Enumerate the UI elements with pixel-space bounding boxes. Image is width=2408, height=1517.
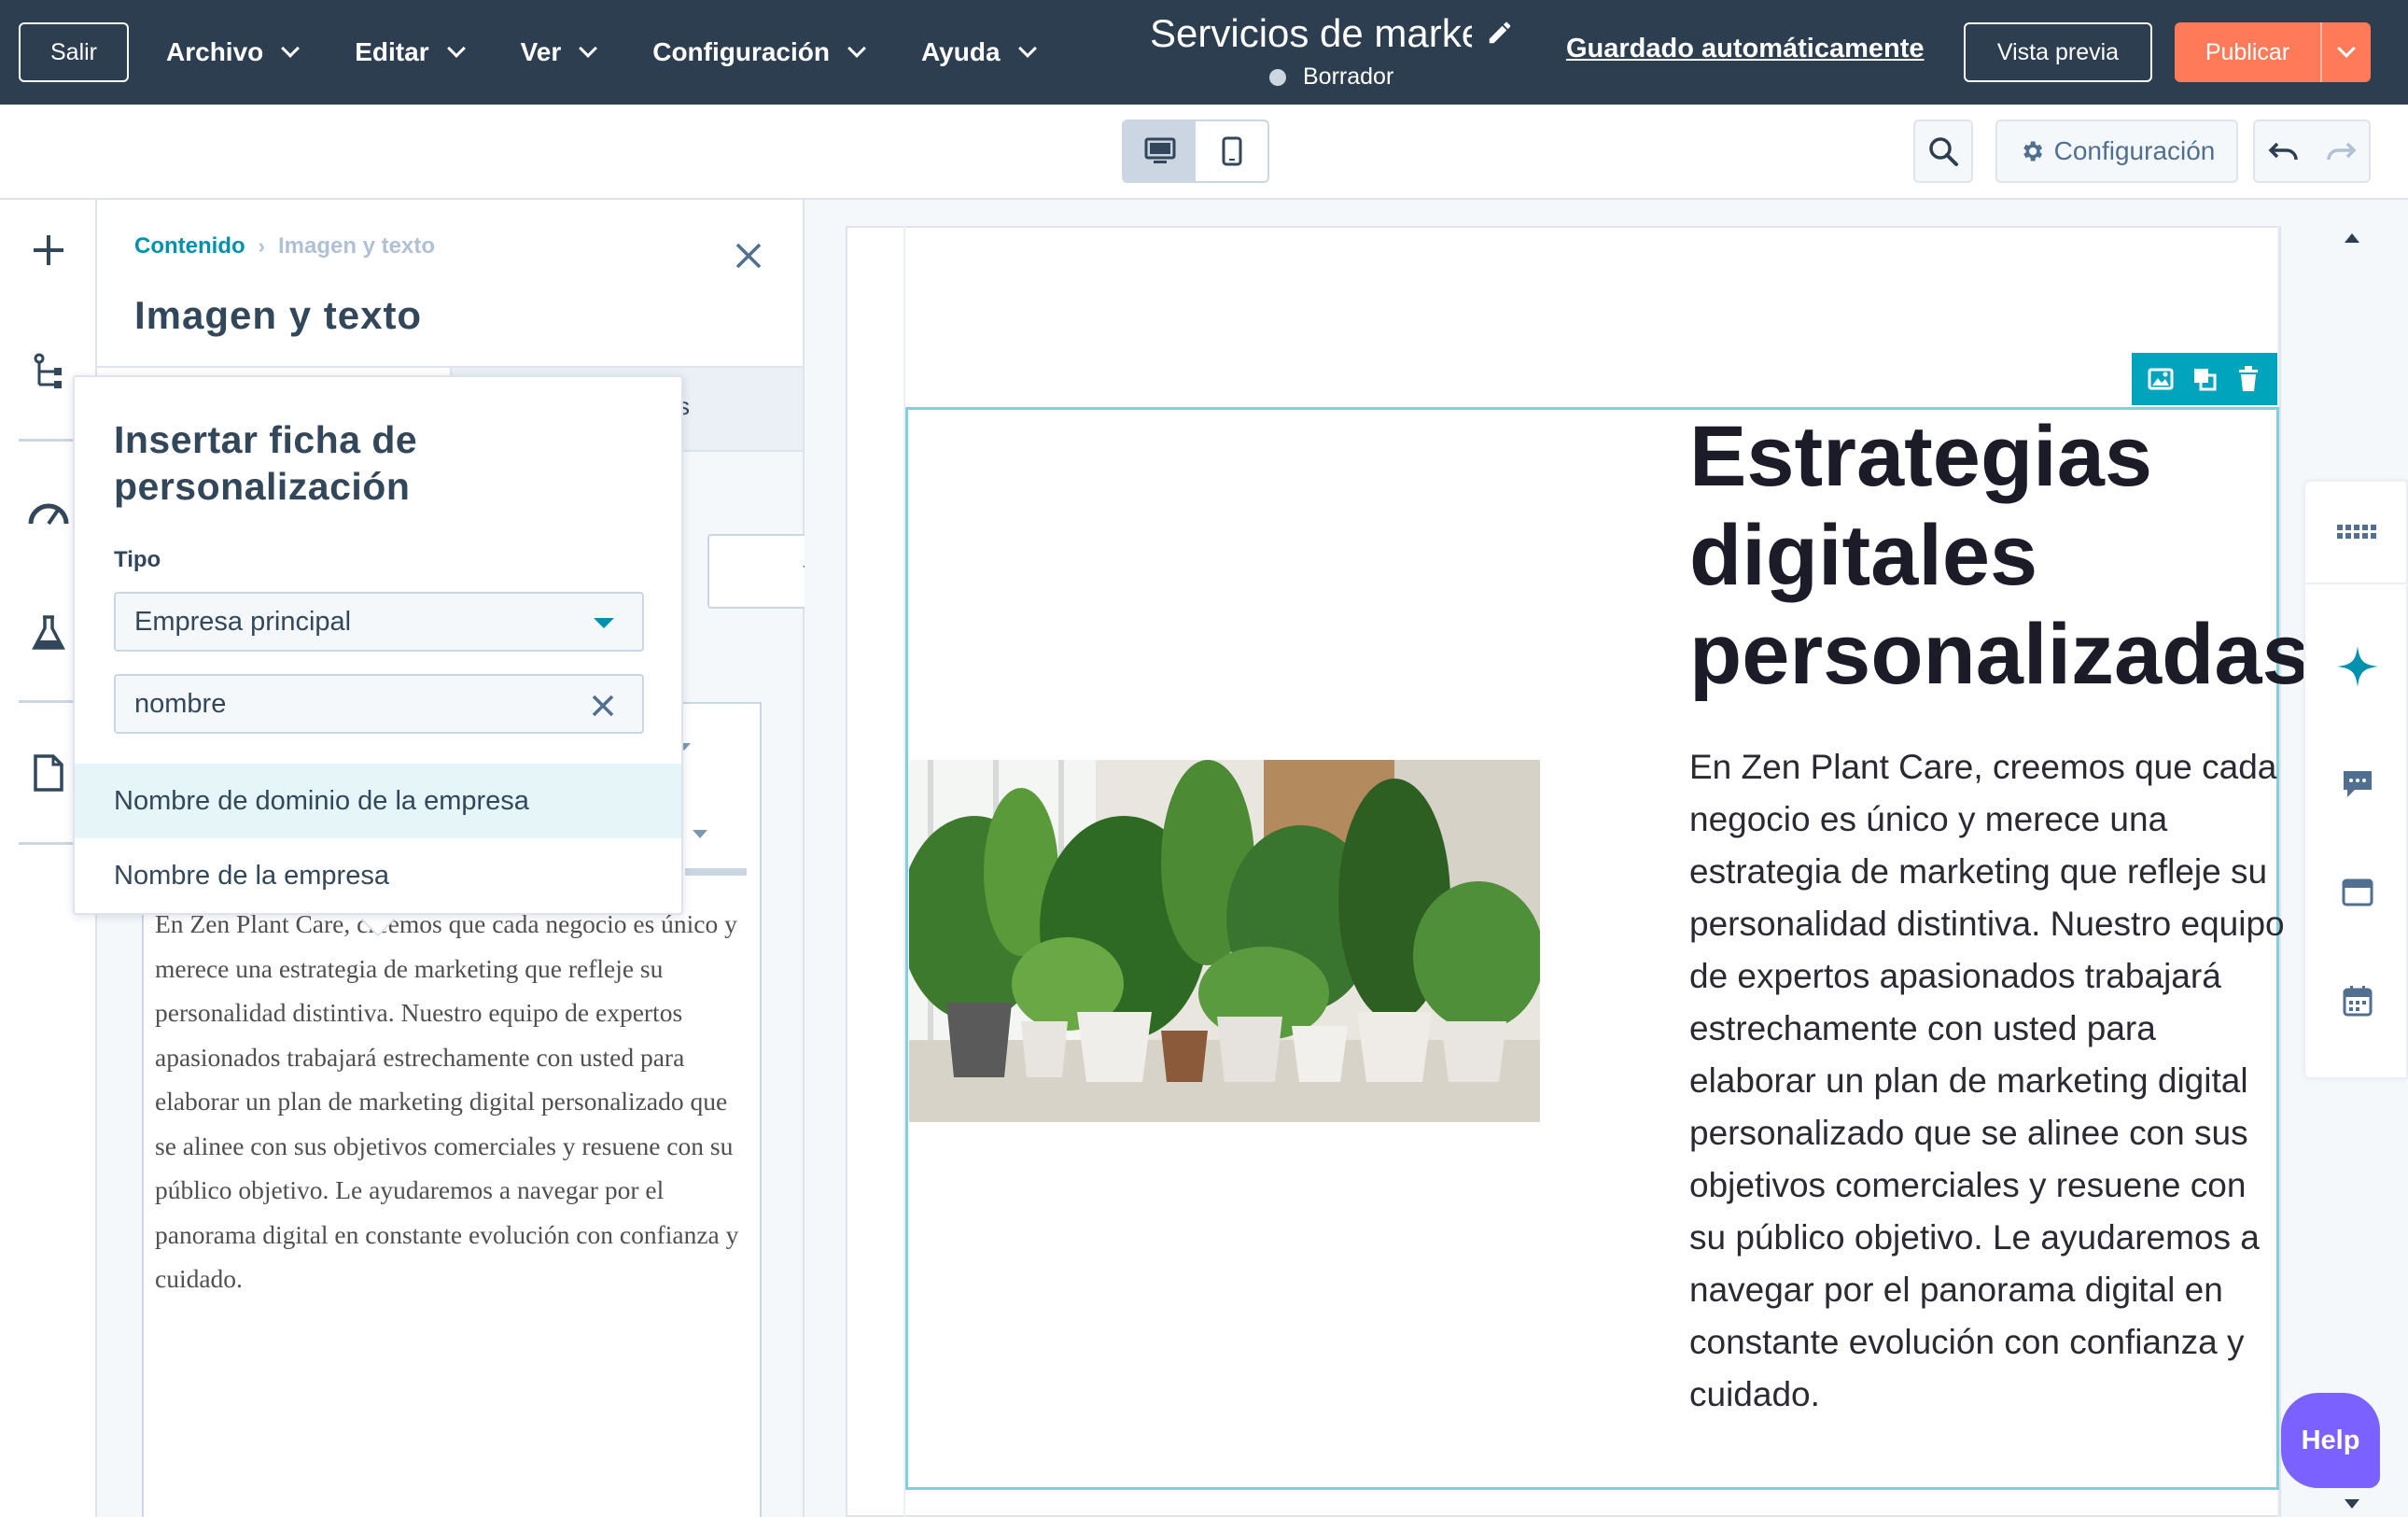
menu-label: Archivo (166, 37, 264, 66)
chevron-down-icon (446, 39, 466, 58)
menu-label: Ayuda (920, 37, 1001, 66)
top-bar: Salir Archivo Editar Ver Configuración A… (0, 0, 2408, 105)
caret-down-icon (693, 830, 708, 838)
chevron-down-icon (594, 618, 614, 628)
chevron-right-icon: › (258, 234, 265, 258)
pencil-icon[interactable] (1486, 19, 1514, 47)
main-menu: Archivo Editar Ver Configuración Ayuda (166, 0, 1092, 105)
search-button[interactable] (1913, 119, 1973, 183)
publish-button[interactable]: Publicar (2175, 22, 2371, 82)
chevron-down-icon (579, 39, 598, 58)
type-label: Tipo (114, 547, 161, 572)
page-canvas: Estrategias digitales personalizadas En … (805, 200, 2408, 1517)
browser-icon[interactable] (2331, 866, 2384, 919)
document-title-area: Servicios de marketing Borrador (1150, 11, 1523, 90)
tree-icon[interactable] (22, 345, 75, 398)
module-heading[interactable]: Estrategias digitales personalizadas (1689, 407, 2310, 704)
rail-divider (19, 842, 78, 845)
chevron-down-icon (847, 39, 866, 58)
plus-icon[interactable] (22, 224, 75, 276)
gear-icon (2023, 141, 2042, 162)
gauge-icon[interactable] (22, 485, 75, 538)
type-select-value: Empresa principal (134, 606, 352, 637)
panel-header: Contenido › Imagen y texto Imagen y text… (97, 200, 803, 366)
sparkle-icon[interactable] (2331, 640, 2384, 693)
chevron-down-icon (281, 39, 301, 58)
autosave-link[interactable]: Guardado automáticamente (1566, 34, 1925, 64)
mobile-icon (1222, 136, 1241, 166)
trash-icon[interactable] (2233, 364, 2263, 394)
personalization-token-popover: Insertar ficha de personalización Tipo E… (73, 375, 683, 915)
editor-body-text[interactable]: En Zen Plant Care, creemos que cada nego… (155, 902, 752, 1301)
publish-label[interactable]: Publicar (2175, 22, 2322, 82)
mobile-view-button[interactable] (1196, 121, 1267, 181)
clear-icon[interactable] (590, 693, 616, 719)
preview-button[interactable]: Vista previa (1964, 22, 2152, 82)
right-tool-rail (2303, 480, 2408, 1079)
settings-button[interactable]: Configuración (1995, 119, 2238, 183)
document-status: Borrador (1269, 63, 1393, 91)
menu-label: Ver (520, 37, 562, 66)
scroll-down-icon[interactable] (2345, 1499, 2359, 1509)
chat-icon[interactable] (2331, 758, 2384, 810)
grid-icon[interactable] (2331, 506, 2384, 558)
breadcrumb-root[interactable]: Contenido (134, 233, 245, 260)
document-title[interactable]: Servicios de marketing (1150, 11, 1472, 56)
editor-toolbar-scrollbar[interactable] (685, 868, 747, 876)
device-toggle (1122, 119, 1269, 183)
calendar-icon[interactable] (2331, 975, 2384, 1027)
menu-editar[interactable]: Editar (355, 37, 466, 67)
duplicate-icon[interactable] (2190, 364, 2219, 394)
scroll-up-icon[interactable] (2345, 233, 2359, 243)
type-select[interactable]: Empresa principal (114, 592, 644, 652)
menu-label: Configuración (652, 37, 830, 66)
breadcrumb: Contenido › Imagen y texto (134, 233, 435, 260)
menu-ayuda[interactable]: Ayuda (920, 37, 1037, 67)
search-icon (1929, 137, 1958, 166)
history-group (2253, 119, 2371, 183)
rail-divider (2305, 583, 2408, 584)
menu-ver[interactable]: Ver (520, 37, 598, 67)
rail-divider (19, 439, 78, 442)
settings-label: Configuración (2053, 136, 2216, 165)
panel-title: Imagen y texto (134, 293, 423, 337)
option-company-name[interactable]: Nombre de la empresa (75, 838, 681, 913)
module-body-text[interactable]: En Zen Plant Care, creemos que cada nego… (1689, 741, 2287, 1421)
page-icon[interactable] (22, 747, 75, 799)
editor-toolbar: Configuración (0, 105, 2408, 200)
status-label: Borrador (1303, 63, 1394, 90)
help-button[interactable]: Help (2281, 1393, 2380, 1488)
menu-archivo[interactable]: Archivo (166, 37, 301, 67)
rail-divider (19, 700, 78, 703)
popover-title: Insertar ficha de personalización (114, 418, 418, 508)
search-value: nombre (134, 688, 227, 719)
token-search-input[interactable]: nombre (114, 674, 644, 734)
undo-icon[interactable] (2268, 140, 2300, 162)
image-icon[interactable] (2146, 364, 2176, 394)
option-company-domain-name[interactable]: Nombre de dominio de la empresa (75, 764, 681, 838)
breadcrumb-current: Imagen y texto (277, 233, 436, 259)
chevron-down-icon (1017, 39, 1037, 58)
menu-configuracion[interactable]: Configuración (652, 37, 866, 67)
exit-button[interactable]: Salir (19, 22, 129, 82)
module-toolbar (2132, 353, 2277, 405)
close-icon[interactable] (732, 239, 765, 273)
status-dot-icon (1269, 68, 1286, 86)
publish-menu-chevron-icon[interactable] (2322, 39, 2371, 58)
flask-icon[interactable] (22, 607, 75, 659)
redo-icon[interactable] (2325, 140, 2357, 162)
desktop-view-button[interactable] (1124, 121, 1196, 181)
desktop-icon (1144, 137, 1175, 163)
menu-label: Editar (355, 37, 429, 66)
plants-image (909, 760, 1540, 1122)
